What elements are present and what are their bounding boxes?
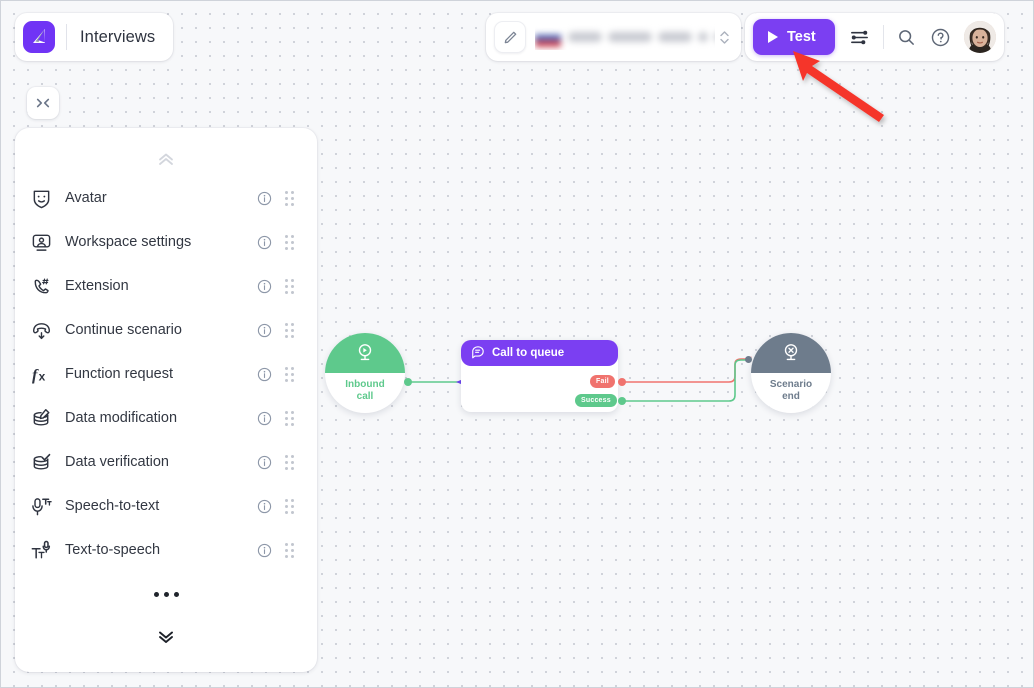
test-button[interactable]: Test [753, 19, 835, 55]
page-title: Interviews [80, 27, 156, 46]
country-flag-icon [535, 27, 561, 47]
node-library-panel: Avatar Workspace settings Extension Cont… [15, 128, 317, 672]
info-circle-icon[interactable] [251, 455, 277, 470]
sidebar-item-label: Speech-to-text [65, 498, 160, 514]
flow-node-label: Inbound call [345, 379, 385, 402]
chevron-double-down-icon[interactable] [15, 620, 317, 654]
sidebar-item-label: Data verification [65, 454, 169, 470]
redacted-text [568, 32, 715, 42]
theatre-mask-icon [31, 188, 65, 209]
collapse-horizontal-icon[interactable] [27, 87, 59, 119]
phone-hash-icon [31, 276, 65, 297]
info-circle-icon[interactable] [251, 191, 277, 206]
sidebar-item-label: Function request [65, 366, 174, 382]
sidebar-item-label: Text-to-speech [65, 542, 161, 558]
sidebar-item-function-request[interactable]: f x Function request [15, 352, 317, 396]
sidebar-item-label: Continue scenario [65, 322, 182, 338]
start-output-port[interactable] [404, 378, 412, 386]
chevron-double-up-icon[interactable] [15, 142, 317, 176]
drag-grip-icon[interactable] [277, 322, 301, 338]
inbound-call-icon [325, 333, 405, 373]
drag-grip-icon[interactable] [277, 454, 301, 470]
info-circle-icon[interactable] [251, 279, 277, 294]
drag-grip-icon[interactable] [277, 366, 301, 382]
sidebar-item-extension[interactable]: Extension [15, 264, 317, 308]
sidebar-item-workspace-settings[interactable]: Workspace settings [15, 220, 317, 264]
function-fx-icon: f x [31, 364, 65, 385]
sidebar-item-data-modification[interactable]: Data modification [15, 396, 317, 440]
output-badge-success[interactable]: Success [575, 394, 617, 407]
sidebar-item-avatar[interactable]: Avatar [15, 176, 317, 220]
search-icon[interactable] [890, 20, 924, 54]
app-root: Interviews Test Avatar Workspace setting… [0, 0, 1034, 688]
info-circle-icon[interactable] [251, 235, 277, 250]
workspace-user-icon [31, 232, 65, 253]
question-circle-icon[interactable] [924, 20, 958, 54]
play-icon [768, 31, 778, 43]
pencil-icon[interactable] [494, 21, 526, 53]
sidebar-item-data-verification[interactable]: Data verification [15, 440, 317, 484]
success-output-port[interactable] [618, 397, 626, 405]
drag-grip-icon[interactable] [277, 278, 301, 294]
sidebar-item-label: Avatar [65, 190, 107, 206]
fail-output-port[interactable] [618, 378, 626, 386]
sidebar-item-speech-to-text[interactable]: Speech-to-text [15, 484, 317, 528]
info-circle-icon[interactable] [251, 499, 277, 514]
info-circle-icon[interactable] [251, 411, 277, 426]
flow-node-title: Call to queue [492, 347, 565, 359]
sidebar-item-label: Extension [65, 278, 129, 294]
sidebar-item-continue-scenario[interactable]: Continue scenario [15, 308, 317, 352]
scenario-selector-bar[interactable] [486, 13, 741, 61]
microphone-text-icon [31, 496, 65, 517]
flow-node-inbound-call[interactable]: Inbound call [325, 333, 405, 413]
text-microphone-icon [31, 540, 65, 561]
drag-grip-icon[interactable] [277, 498, 301, 514]
sidebar-item-text-to-speech[interactable]: Text-to-speech [15, 528, 317, 572]
ellipsis-icon[interactable] [15, 572, 317, 616]
sidebar-item-label: Data modification [65, 410, 178, 426]
drag-grip-icon[interactable] [277, 190, 301, 206]
phone-down-arrow-icon [31, 320, 65, 341]
output-badge-fail[interactable]: Fail [590, 375, 615, 388]
app-title-chip[interactable]: Interviews [15, 13, 174, 61]
app-logo-icon [23, 21, 55, 53]
drag-grip-icon[interactable] [277, 542, 301, 558]
sliders-icon[interactable] [843, 20, 877, 54]
drag-grip-icon[interactable] [277, 410, 301, 426]
scenario-end-icon [751, 333, 831, 373]
test-button-label: Test [787, 29, 816, 45]
database-check-icon [31, 452, 65, 473]
node-library-list: Avatar Workspace settings Extension Cont… [15, 176, 317, 620]
chevron-up-down-icon[interactable] [715, 29, 733, 46]
info-circle-icon[interactable] [251, 367, 277, 382]
toolbar-actions: Test [745, 13, 1004, 61]
title-divider [66, 24, 67, 50]
avatar[interactable] [963, 21, 996, 53]
scenario-name-redacted[interactable] [535, 24, 715, 50]
flow-node-scenario-end[interactable]: Scenario end [751, 333, 831, 413]
sidebar-item-label: Workspace settings [65, 234, 192, 250]
end-input-port[interactable] [745, 356, 752, 363]
queue-icon [471, 345, 485, 362]
flow-node-label: Scenario end [769, 379, 813, 402]
flow-node-header: Call to queue [461, 340, 618, 366]
database-edit-icon [31, 408, 65, 429]
info-circle-icon[interactable] [251, 543, 277, 558]
info-circle-icon[interactable] [251, 323, 277, 338]
drag-grip-icon[interactable] [277, 234, 301, 250]
toolbar-divider [882, 25, 884, 49]
svg-text:x: x [39, 369, 46, 383]
